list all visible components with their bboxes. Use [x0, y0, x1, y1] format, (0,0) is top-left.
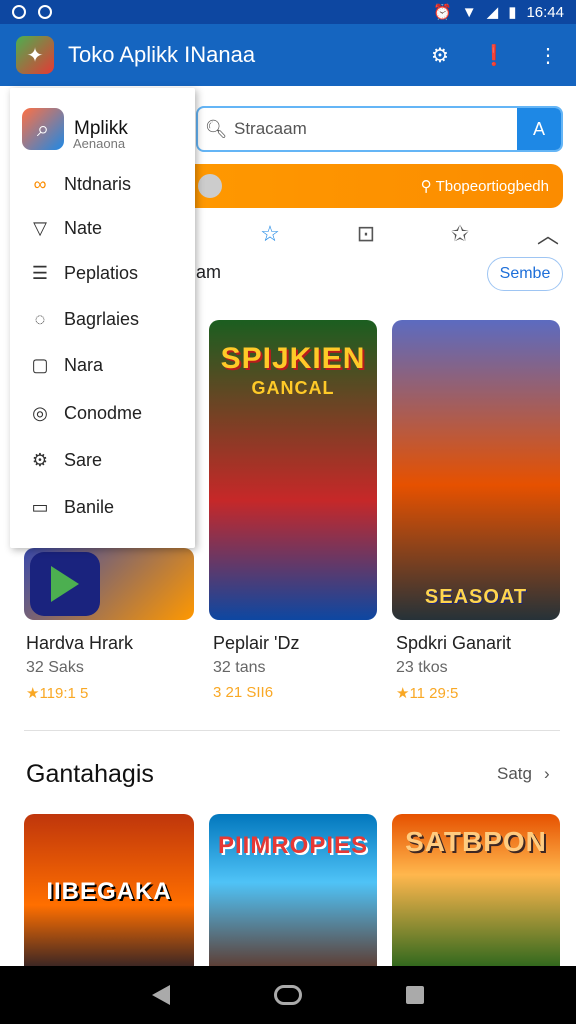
see-all-label: Satg [497, 764, 532, 783]
drawer-item-label: Banile [64, 496, 115, 517]
drawer-item[interactable]: ▭ Banile [28, 495, 114, 519]
drawer-app-sub: Aenaona [73, 136, 126, 151]
card-sub: 23 tkos [396, 659, 448, 676]
card-art-title: SPIJKIEN [220, 342, 366, 375]
more-menu-icon[interactable]: ⋮ [536, 43, 560, 67]
card-art-subtitle: GANCAL [251, 378, 335, 398]
section-pill-button[interactable]: Sembe [487, 257, 563, 291]
gear-icon: ⚙ [31, 449, 49, 470]
card-thumbnail[interactable]: IIBEGAKA [24, 814, 194, 966]
star-icon[interactable]: ☆ [256, 220, 284, 248]
drawer-item[interactable]: ⚙ Sare [28, 448, 102, 472]
drawer-item[interactable]: ☰ Peplatios [28, 261, 138, 285]
drawer-item-label: Peplatios [64, 262, 139, 283]
recents-icon[interactable] [406, 986, 424, 1004]
notice-icon[interactable]: ❗ [482, 43, 507, 67]
card-thumbnail[interactable] [24, 548, 194, 620]
search-icon: 🔍︎ [204, 118, 228, 139]
back-icon[interactable] [152, 985, 170, 1005]
card-thumbnail[interactable]: SPIJKIEN GANCAL [209, 320, 377, 620]
bookmark-icon[interactable]: ✩ [446, 220, 474, 248]
promo-banner-text: ⚲ Tbopeortiogbedh [420, 178, 549, 195]
shield-icon: ▽ [33, 217, 47, 238]
drawer-item-label: Sare [64, 449, 103, 470]
system-nav-bar [0, 966, 576, 1024]
avatar [198, 174, 222, 198]
card-sub: 32 tans [213, 659, 266, 676]
signal-icon: ◢ [486, 4, 499, 21]
search-button[interactable]: A [517, 108, 561, 150]
drawer-item[interactable]: ∞ Ntdnaris [28, 172, 131, 196]
drawer-item[interactable]: ▢ Nara [28, 353, 103, 377]
drawer-item-label: Bagrlaies [64, 308, 140, 329]
card-rating: 3 21 SII6 [213, 684, 274, 701]
divider [24, 730, 560, 731]
see-all-link[interactable]: Satg › [497, 764, 550, 784]
notification-icon [38, 5, 52, 19]
nav-drawer: ⌕ Mplikk Aenaona ∞ Ntdnaris ▽ Nate ☰ Pep… [10, 88, 195, 548]
info-icon: ▭ [31, 496, 49, 517]
notification-icon [12, 5, 26, 19]
section-label: am [196, 262, 222, 282]
card-sub: 32 Saks [26, 659, 84, 676]
search-bar[interactable]: 🔍︎ Stracaam A [196, 106, 563, 152]
card-thumbnail[interactable]: PIIMROPIES [209, 814, 377, 966]
search-icon: ◎ [32, 402, 48, 423]
search-input[interactable]: Stracaam [234, 119, 517, 139]
drawer-item-label: Conodme [64, 402, 143, 423]
drawer-item[interactable]: ◎ Conodme [28, 401, 142, 425]
drawer-item-label: Nara [64, 354, 104, 375]
app-title: Toko Aplikk INanaa [68, 42, 256, 67]
section-title: Gantahagis [26, 760, 154, 788]
category-bar: ☆ ⊡ ✩ ︿ [196, 212, 576, 256]
drawer-item-label: Nate [64, 217, 103, 238]
card-name: Peplair 'Dz [213, 633, 300, 653]
chevron-up-icon[interactable]: ︿ [534, 220, 562, 248]
card-art-title: IIBEGAKA [46, 878, 172, 905]
home-icon[interactable] [274, 985, 302, 1005]
puzzle-icon[interactable]: ⊡ [352, 220, 380, 248]
drawer-item-label: Ntdnaris [64, 173, 132, 194]
card-thumbnail[interactable]: SEASOAT [392, 320, 560, 620]
status-time: 16:44 [526, 3, 564, 21]
card-name: Hardva Hrark [26, 633, 134, 653]
card-thumbnail[interactable]: SATBPON [392, 814, 560, 966]
chat-icon: ◌ [34, 308, 46, 329]
app-logo-icon: ⌕ [22, 108, 64, 150]
card-art-title: SATBPON [405, 826, 547, 857]
box-icon: ▢ [31, 354, 49, 375]
promo-banner[interactable]: ⚲ Tbopeortiogbedh [192, 164, 563, 208]
card-art-title: PIIMROPIES [217, 832, 369, 859]
link-icon: ∞ [33, 173, 47, 194]
wifi-icon: ▼ [461, 3, 477, 21]
status-bar: ⏰ ▼ ◢ ▮ 16:44 [0, 0, 576, 24]
alarm-icon: ⏰ [433, 4, 452, 21]
card-rating: ★11 29:5 [396, 685, 459, 702]
settings-icon[interactable]: ⚙ [428, 43, 452, 67]
drawer-item[interactable]: ▽ Nate [28, 216, 102, 240]
play-store-icon [30, 552, 100, 616]
card-name: Spdkri Ganarit [396, 633, 512, 653]
drawer-item[interactable]: ◌ Bagrlaies [28, 307, 139, 331]
app-logo-icon[interactable]: ✦ [16, 36, 54, 74]
app-bar: ✦ Toko Aplikk INanaa ⚙ ❗ ⋮ [0, 24, 576, 86]
list-icon: ☰ [31, 262, 49, 283]
card-rating: ★119:1 5 [26, 685, 89, 702]
card-art-title: SEASOAT [424, 586, 528, 608]
chevron-right-icon: › [543, 764, 550, 783]
battery-icon: ▮ [508, 4, 517, 21]
